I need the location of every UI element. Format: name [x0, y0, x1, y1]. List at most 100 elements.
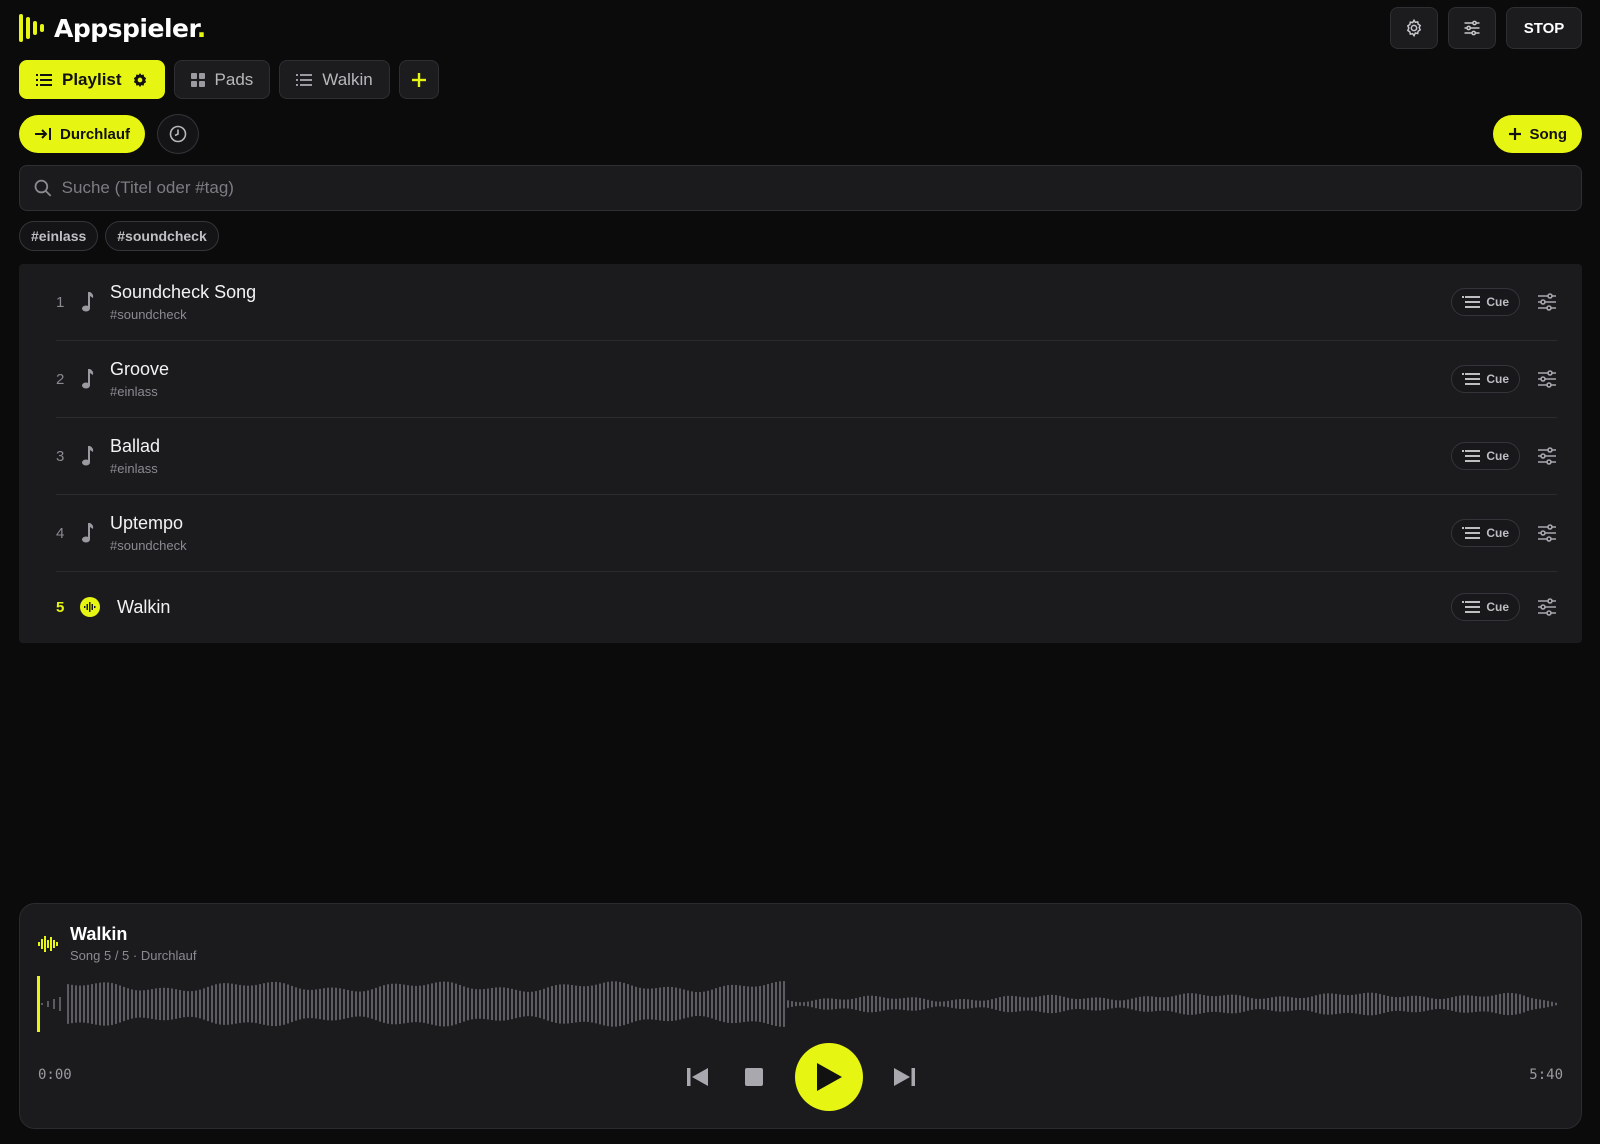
song-title: Walkin: [117, 596, 171, 617]
song-number: 5: [56, 598, 65, 616]
skip-back-icon: [686, 1068, 708, 1086]
clock-icon: [169, 125, 187, 143]
list-icon: [36, 73, 52, 86]
play-icon: [816, 1063, 842, 1091]
player-title: Walkin: [70, 924, 128, 944]
waveform-seekbar[interactable]: [37, 976, 1561, 1032]
tag-filter-soundcheck[interactable]: #soundcheck: [105, 221, 219, 251]
song-title: Groove: [110, 359, 170, 379]
music-note-icon: [82, 446, 94, 466]
stop-playback-button[interactable]: [739, 1062, 769, 1092]
song-title: Soundcheck Song: [110, 282, 257, 302]
durchlauf-label: Durchlauf: [60, 125, 131, 143]
tab-playlist[interactable]: Playlist: [19, 60, 165, 99]
queue-icon: [1462, 296, 1481, 308]
music-note-icon: [82, 292, 94, 312]
waveform-icon: [38, 935, 58, 952]
tab-walkin-label: Walkin: [322, 69, 373, 89]
logo-bars-icon: [19, 13, 44, 43]
add-song-button[interactable]: Song: [1492, 115, 1582, 153]
sliders-icon: [1464, 20, 1480, 36]
mixer-button[interactable]: [1448, 7, 1496, 49]
player-panel: Walkin Song 5 / 5 · Durchlauf 0:00 5:40: [19, 903, 1582, 1129]
cue-button[interactable]: Cue: [1451, 288, 1520, 316]
add-tab-button[interactable]: [398, 60, 439, 99]
tag-filter-einlass[interactable]: #einlass: [19, 221, 99, 251]
queue-icon: [1462, 450, 1481, 462]
sliders-icon[interactable]: [1537, 370, 1557, 388]
skip-forward-icon: [893, 1068, 915, 1086]
tab-playlist-label: Playlist: [62, 69, 122, 89]
song-list: 1 Soundcheck Song #soundcheck Cue 2 Groo…: [19, 264, 1582, 643]
song-row[interactable]: 4 Uptempo #soundcheck Cue: [56, 495, 1557, 572]
song-tag: #soundcheck: [110, 538, 187, 553]
cue-label: Cue: [1486, 372, 1509, 386]
cue-label: Cue: [1486, 449, 1509, 463]
playhead[interactable]: [37, 976, 40, 1032]
song-number: 2: [56, 370, 65, 388]
song-title: Uptempo: [110, 513, 184, 533]
tab-pads[interactable]: Pads: [173, 60, 271, 99]
music-note-icon: [82, 523, 94, 543]
app-name: Appspieler: [54, 13, 197, 43]
sliders-icon[interactable]: [1537, 447, 1557, 465]
search-bar: [19, 165, 1582, 211]
cue-label: Cue: [1486, 600, 1509, 614]
previous-button[interactable]: [683, 1062, 713, 1092]
cue-button[interactable]: Cue: [1451, 519, 1520, 547]
song-tag: #einlass: [110, 384, 158, 399]
song-row-playing[interactable]: 5 Walkin Cue: [56, 572, 1557, 642]
logo-dot: .: [196, 13, 207, 43]
cue-button[interactable]: Cue: [1451, 442, 1520, 470]
queue-icon: [1462, 373, 1481, 385]
song-tag: #soundcheck: [110, 307, 187, 322]
song-row[interactable]: 1 Soundcheck Song #soundcheck Cue: [56, 264, 1557, 341]
stop-button[interactable]: STOP: [1506, 7, 1582, 49]
search-icon: [34, 179, 52, 197]
song-title: Ballad: [110, 436, 161, 456]
mode-row: Durchlauf Song: [19, 114, 1582, 154]
list-icon: [296, 73, 313, 86]
sliders-icon[interactable]: [1537, 598, 1557, 616]
add-song-label: Song: [1529, 125, 1568, 143]
gear-icon[interactable]: [132, 72, 148, 88]
music-note-icon: [82, 369, 94, 389]
waveform-bars: [41, 981, 1557, 1027]
cue-label: Cue: [1486, 526, 1509, 540]
queue-icon: [1462, 527, 1481, 539]
plus-icon: [411, 72, 426, 87]
tab-pads-label: Pads: [214, 69, 254, 89]
transport-controls: [20, 1043, 1581, 1111]
history-button[interactable]: [157, 114, 200, 154]
song-number: 3: [56, 447, 65, 465]
tab-bar: Playlist Pads Walkin: [19, 60, 439, 99]
tag-filter-list: #einlass #soundcheck: [19, 221, 219, 251]
player-subtitle: Song 5 / 5 · Durchlauf: [70, 948, 197, 963]
app-logo: Appspieler.: [19, 13, 206, 43]
cue-button[interactable]: Cue: [1451, 365, 1520, 393]
search-input[interactable]: [61, 178, 1567, 198]
song-row[interactable]: 2 Groove #einlass Cue: [56, 341, 1557, 418]
tab-walkin[interactable]: Walkin: [279, 60, 390, 99]
play-button[interactable]: [794, 1043, 863, 1111]
time-total: 5:40: [1529, 1067, 1563, 1083]
cue-button[interactable]: Cue: [1451, 593, 1520, 621]
sliders-icon[interactable]: [1537, 293, 1557, 311]
song-row[interactable]: 3 Ballad #einlass Cue: [56, 418, 1557, 495]
queue-icon: [1462, 601, 1481, 613]
next-button[interactable]: [889, 1062, 919, 1092]
settings-button[interactable]: [1390, 7, 1438, 49]
grid-icon: [190, 72, 205, 87]
sliders-icon[interactable]: [1537, 524, 1557, 542]
now-playing-icon: [80, 597, 100, 617]
plus-icon: [1508, 128, 1521, 140]
song-tag: #einlass: [110, 461, 158, 476]
song-number: 1: [56, 293, 65, 311]
song-number: 4: [56, 524, 65, 542]
app-header: Appspieler. STOP: [19, 7, 1582, 49]
stop-icon: [744, 1068, 763, 1086]
cue-label: Cue: [1486, 295, 1509, 309]
gear-icon: [1406, 18, 1422, 38]
arrow-to-end-icon: [35, 128, 51, 140]
durchlauf-button[interactable]: Durchlauf: [19, 115, 146, 153]
